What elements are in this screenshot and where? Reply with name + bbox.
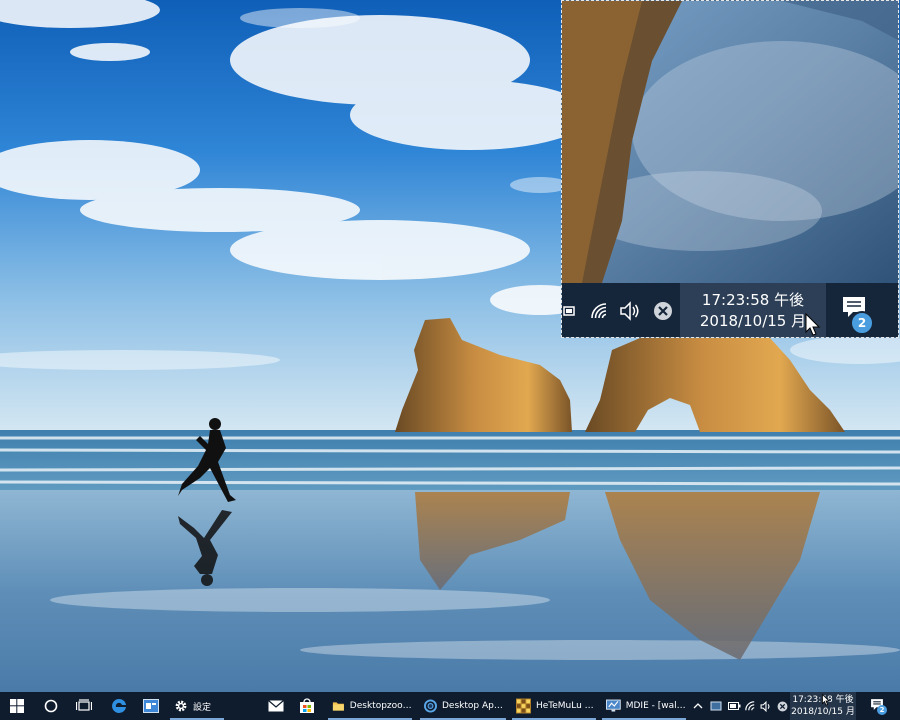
app-grid-icon (516, 698, 531, 714)
close-circle-icon[interactable] (652, 299, 674, 323)
close-circle-icon (777, 701, 787, 711)
app-label: HeTeMuLu Cr... (535, 701, 598, 711)
cortana-button[interactable] (36, 692, 66, 720)
mail-icon (268, 700, 284, 712)
chevron-up-icon (693, 703, 703, 709)
edge-icon (112, 698, 126, 713)
zoom-clock-date: 2018/10/15 月 (699, 312, 807, 330)
battery-icon (727, 702, 740, 710)
app-label: MDIE - [wallp... (625, 701, 688, 711)
start-button[interactable] (0, 692, 34, 720)
zoom-notification-badge: 2 (850, 311, 874, 335)
battery-icon[interactable] (562, 299, 578, 323)
taskbar-app-settings[interactable]: 設定 (168, 692, 226, 720)
wifi-icon (745, 701, 755, 711)
browser-icon (424, 699, 437, 713)
zoom-window[interactable]: 17:23:58 午後 2018/10/15 月 2 (561, 0, 899, 338)
battery-button[interactable] (726, 692, 742, 720)
volume-button[interactable] (758, 692, 774, 720)
settings-label: 設定 (193, 702, 212, 713)
search-circle-icon (44, 699, 58, 713)
taskbar-app-mdie[interactable]: MDIE - [wallp... (600, 692, 688, 720)
tray-app-icon (710, 701, 722, 711)
mouse-cursor-icon (822, 694, 830, 706)
mouse-cursor-icon (805, 313, 821, 336)
app-window-button[interactable] (136, 692, 166, 720)
app-label: Desktopzoom... (349, 701, 414, 711)
taskbar-app-hetemulu[interactable]: HeTeMuLu Cr... (510, 692, 598, 720)
zoom-taskbar: 17:23:58 午後 2018/10/15 月 2 (562, 283, 898, 337)
tray-app-button[interactable] (708, 692, 724, 720)
taskbar: 設定 Desktopzoom... Desktop Appli... HeTeM… (0, 692, 900, 720)
mail-button[interactable] (262, 692, 290, 720)
taskbar-clock-date: 2018/10/15 月 (791, 707, 855, 717)
folder-icon (332, 702, 344, 711)
volume-icon (760, 700, 769, 712)
wifi-button[interactable] (742, 692, 758, 720)
zoom-clock-time: 17:23:58 午後 (701, 291, 805, 309)
app-label: Desktop Appli... (441, 701, 508, 711)
store-button[interactable] (292, 692, 322, 720)
taskbar-app-desktop-appli[interactable]: Desktop Appli... (418, 692, 508, 720)
action-center-button[interactable]: 2 (868, 692, 890, 720)
zoom-magnified-view (562, 1, 898, 283)
zoom-notification-button[interactable]: 2 (836, 293, 882, 335)
monitor-icon (606, 699, 621, 712)
close-circle-button[interactable] (774, 692, 790, 720)
notification-badge: 2 (877, 705, 887, 715)
app-window-icon (143, 699, 159, 713)
windows-logo-icon (10, 699, 24, 713)
edge-browser-button[interactable] (104, 692, 134, 720)
wifi-icon[interactable] (588, 299, 610, 323)
show-hidden-icons-button[interactable] (690, 692, 706, 720)
gear-icon (175, 700, 187, 712)
taskbar-app-desktopzoom[interactable]: Desktopzoom... (326, 692, 414, 720)
task-view-button[interactable] (68, 692, 100, 720)
store-bag-icon (300, 698, 314, 713)
task-view-icon (76, 699, 92, 711)
volume-icon[interactable] (618, 299, 644, 323)
